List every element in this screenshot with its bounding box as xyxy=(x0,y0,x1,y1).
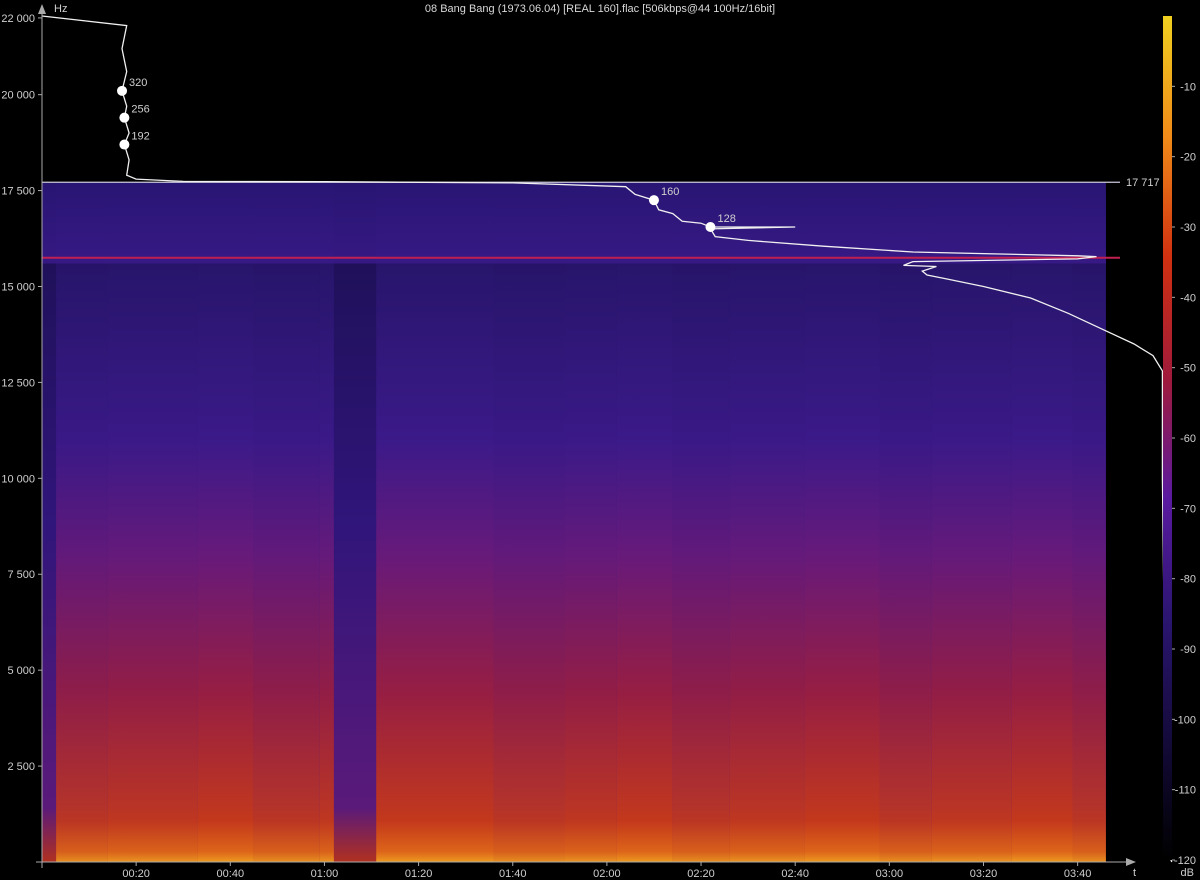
x-tick-label: 02:20 xyxy=(687,868,715,880)
loud-segment xyxy=(107,182,198,862)
loud-segment xyxy=(197,182,254,862)
colorbar: -10 -20 -30 -40 -50 -60 -70 -80 -90 -100 -110 -120d… xyxy=(1163,16,1196,879)
loud-segment xyxy=(376,182,494,862)
loud-segment xyxy=(253,182,320,862)
x-axis-arrow xyxy=(1126,858,1136,866)
bitrate-marker xyxy=(119,112,130,123)
x-tick-label: 02:00 xyxy=(593,868,621,880)
x-tick-label: 00:20 xyxy=(122,868,150,880)
loud-segment xyxy=(729,182,805,862)
colorbar-tick-label: -30 xyxy=(1180,222,1196,234)
x-tick-label: 01:40 xyxy=(499,868,527,880)
colorbar-gradient xyxy=(1163,16,1172,860)
bitrate-marker xyxy=(648,195,659,206)
loud-segment xyxy=(564,182,617,862)
y-tick-label: 17 500 xyxy=(1,186,35,198)
spectrogram-heatmap xyxy=(42,182,1106,862)
colorbar-tick-label: -110 xyxy=(1175,785,1196,797)
colorbar-tick-label: -80 xyxy=(1180,574,1196,586)
x-tick-label: 03:00 xyxy=(876,868,904,880)
y-tick-label: 22 000 xyxy=(1,13,35,25)
x-tick-label: 00:40 xyxy=(217,868,245,880)
colorbar-tick-label: -100 xyxy=(1174,714,1196,726)
colorbar-tick-label: -20 xyxy=(1180,152,1196,164)
colorbar-tick-label: -50 xyxy=(1180,363,1196,375)
colorbar-tick-label: -70 xyxy=(1180,503,1196,515)
colorbar-tick-label: -40 xyxy=(1180,292,1196,304)
x-tick-label: 03:40 xyxy=(1064,868,1092,880)
cutoff-label: 17 717 xyxy=(1126,177,1160,189)
y-tick-label: 2 500 xyxy=(7,761,35,773)
x-tick-label: 03:20 xyxy=(970,868,998,880)
y-tick-label: 7 500 xyxy=(7,569,35,581)
loud-segment xyxy=(56,182,108,862)
loud-segment xyxy=(616,182,673,862)
bitrate-marker-label: 256 xyxy=(131,104,149,116)
bitrate-marker-label: 192 xyxy=(131,131,149,143)
loud-segment xyxy=(672,182,730,862)
y-tick-label: 12 500 xyxy=(1,377,35,389)
x-tick-label: 01:20 xyxy=(405,868,433,880)
bitrate-marker xyxy=(119,139,130,150)
y-tick-label: 15 000 xyxy=(1,281,35,293)
loud-segment xyxy=(1011,182,1073,862)
loud-segment xyxy=(879,182,932,862)
colorbar-tick-label: -60 xyxy=(1180,433,1196,445)
colorbar-tick-label: -120 xyxy=(1174,855,1196,867)
loud-segment xyxy=(319,182,334,862)
y-tick-label: 20 000 xyxy=(1,90,35,102)
y-axis-arrow xyxy=(38,4,46,14)
bitrate-marker xyxy=(117,85,128,96)
loud-segment xyxy=(493,182,565,862)
y-tick-label: 10 000 xyxy=(1,473,35,485)
colorbar-tick-label: -90 xyxy=(1180,644,1196,656)
loud-segment xyxy=(1072,182,1106,862)
y-axis-label: Hz xyxy=(54,3,67,15)
x-axis-label: t xyxy=(1133,867,1136,879)
bitrate-marker xyxy=(705,222,716,233)
high-band xyxy=(42,182,1106,264)
spectrogram-chart: 17 717 320 256 192 160 128 Hz t 2 500 5 000 7 500… xyxy=(1,3,1196,880)
bitrate-marker-label: 320 xyxy=(129,77,147,89)
colorbar-label: dB xyxy=(1181,867,1194,879)
y-tick-label: 5 000 xyxy=(7,665,35,677)
x-tick-label: 02:40 xyxy=(781,868,809,880)
bitrate-marker-label: 128 xyxy=(717,213,735,225)
bitrate-marker-label: 160 xyxy=(661,186,679,198)
x-tick-label: 01:00 xyxy=(311,868,339,880)
colorbar-tick-label: -10 xyxy=(1180,81,1196,93)
loud-segment xyxy=(804,182,880,862)
